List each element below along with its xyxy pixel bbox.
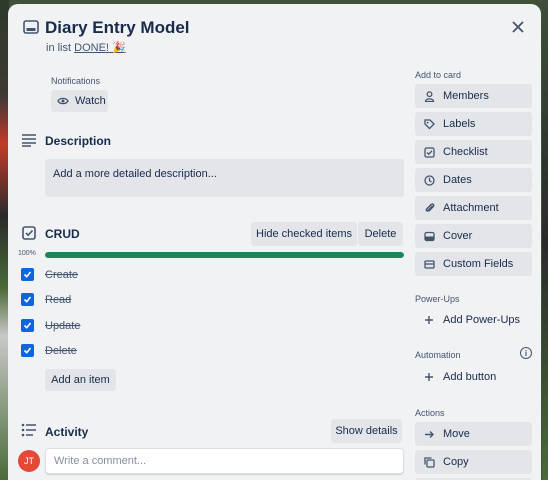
card-icon bbox=[22, 18, 40, 36]
move-label: Move bbox=[443, 428, 470, 440]
checklist-label: Checklist bbox=[443, 146, 488, 158]
watch-label: Watch bbox=[75, 95, 106, 107]
checklist-item-text[interactable]: Read bbox=[45, 294, 71, 306]
dates-label: Dates bbox=[443, 174, 472, 186]
members-label: Members bbox=[443, 90, 489, 102]
card-detail-modal: Diary Entry Model in list DONE! 🎉 Notifi… bbox=[8, 4, 541, 480]
checklist-item[interactable]: Update bbox=[21, 319, 80, 332]
checklist-progress-bar bbox=[45, 252, 404, 258]
person-icon bbox=[423, 90, 435, 102]
checklist-item[interactable]: Read bbox=[21, 293, 71, 306]
comment-input[interactable]: Write a comment... bbox=[45, 448, 404, 474]
add-button-button[interactable]: Add button bbox=[415, 365, 532, 389]
tag-icon bbox=[423, 118, 435, 130]
add-power-ups-button[interactable]: Add Power-Ups bbox=[415, 308, 532, 332]
card-title[interactable]: Diary Entry Model bbox=[45, 18, 190, 38]
show-details-button[interactable]: Show details bbox=[331, 419, 402, 443]
actions-label: Actions bbox=[415, 408, 445, 418]
cover-icon bbox=[423, 230, 435, 242]
checklist-heading[interactable]: CRUD bbox=[45, 227, 80, 241]
delete-checklist-button[interactable]: Delete bbox=[358, 222, 403, 246]
add-item-button[interactable]: Add an item bbox=[45, 369, 116, 391]
paperclip-icon bbox=[423, 202, 435, 214]
checkbox-checked[interactable] bbox=[21, 268, 34, 281]
list-link[interactable]: DONE! 🎉 bbox=[74, 42, 126, 54]
checklist-icon bbox=[21, 225, 37, 241]
custom-fields-button[interactable]: Custom Fields bbox=[415, 252, 532, 276]
description-heading: Description bbox=[45, 134, 112, 148]
arrow-right-icon bbox=[423, 428, 435, 440]
labels-label: Labels bbox=[443, 118, 476, 130]
checklist-icon bbox=[423, 146, 435, 158]
add-button-label: Add button bbox=[443, 371, 497, 383]
watch-button[interactable]: Watch bbox=[51, 90, 108, 112]
members-button[interactable]: Members bbox=[415, 84, 532, 108]
checklist-button[interactable]: Checklist bbox=[415, 140, 532, 164]
plus-icon bbox=[423, 371, 435, 383]
plus-icon bbox=[423, 314, 435, 326]
add-to-card-label: Add to card bbox=[415, 70, 462, 80]
card-list-info: in list DONE! 🎉 bbox=[46, 41, 126, 54]
info-icon[interactable]: i bbox=[520, 347, 532, 359]
checklist-item-text[interactable]: Delete bbox=[45, 345, 77, 357]
description-icon bbox=[21, 132, 37, 148]
avatar[interactable]: JT bbox=[18, 450, 40, 472]
close-icon[interactable] bbox=[507, 16, 529, 38]
board-backdrop-right bbox=[542, 0, 548, 480]
hide-checked-button[interactable]: Hide checked items bbox=[251, 222, 357, 246]
automation-label: Automation bbox=[415, 350, 461, 360]
cover-label: Cover bbox=[443, 230, 473, 242]
checkbox-checked[interactable] bbox=[21, 319, 34, 332]
activity-icon bbox=[21, 422, 37, 438]
custom-fields-label: Custom Fields bbox=[443, 258, 514, 270]
move-button[interactable]: Move bbox=[415, 422, 532, 446]
list-prefix: in list bbox=[46, 42, 72, 54]
description-input[interactable]: Add a more detailed description... bbox=[45, 159, 404, 197]
eye-icon bbox=[57, 96, 69, 106]
add-power-ups-label: Add Power-Ups bbox=[443, 314, 521, 326]
copy-button[interactable]: Copy bbox=[415, 450, 532, 474]
checklist-item[interactable]: Create bbox=[21, 268, 78, 281]
activity-heading: Activity bbox=[45, 425, 89, 439]
cover-button[interactable]: Cover bbox=[415, 224, 532, 248]
checkbox-checked[interactable] bbox=[21, 293, 34, 306]
clock-icon bbox=[423, 174, 435, 186]
checkbox-checked[interactable] bbox=[21, 344, 34, 357]
copy-label: Copy bbox=[443, 456, 469, 468]
checklist-item-text[interactable]: Update bbox=[45, 320, 80, 332]
labels-button[interactable]: Labels bbox=[415, 112, 532, 136]
custom-fields-icon bbox=[423, 258, 435, 270]
progress-percent: 100% bbox=[18, 250, 36, 257]
card-header-icon-wrap bbox=[22, 18, 40, 36]
attachment-label: Attachment bbox=[443, 202, 499, 214]
dates-button[interactable]: Dates bbox=[415, 168, 532, 192]
checklist-item[interactable]: Delete bbox=[21, 344, 77, 357]
notifications-label: Notifications bbox=[51, 76, 101, 86]
checklist-progress-fill bbox=[45, 252, 404, 258]
attachment-button[interactable]: Attachment bbox=[415, 196, 532, 220]
power-ups-label: Power-Ups bbox=[415, 294, 460, 304]
copy-icon bbox=[423, 456, 435, 468]
checklist-item-text[interactable]: Create bbox=[45, 269, 78, 281]
